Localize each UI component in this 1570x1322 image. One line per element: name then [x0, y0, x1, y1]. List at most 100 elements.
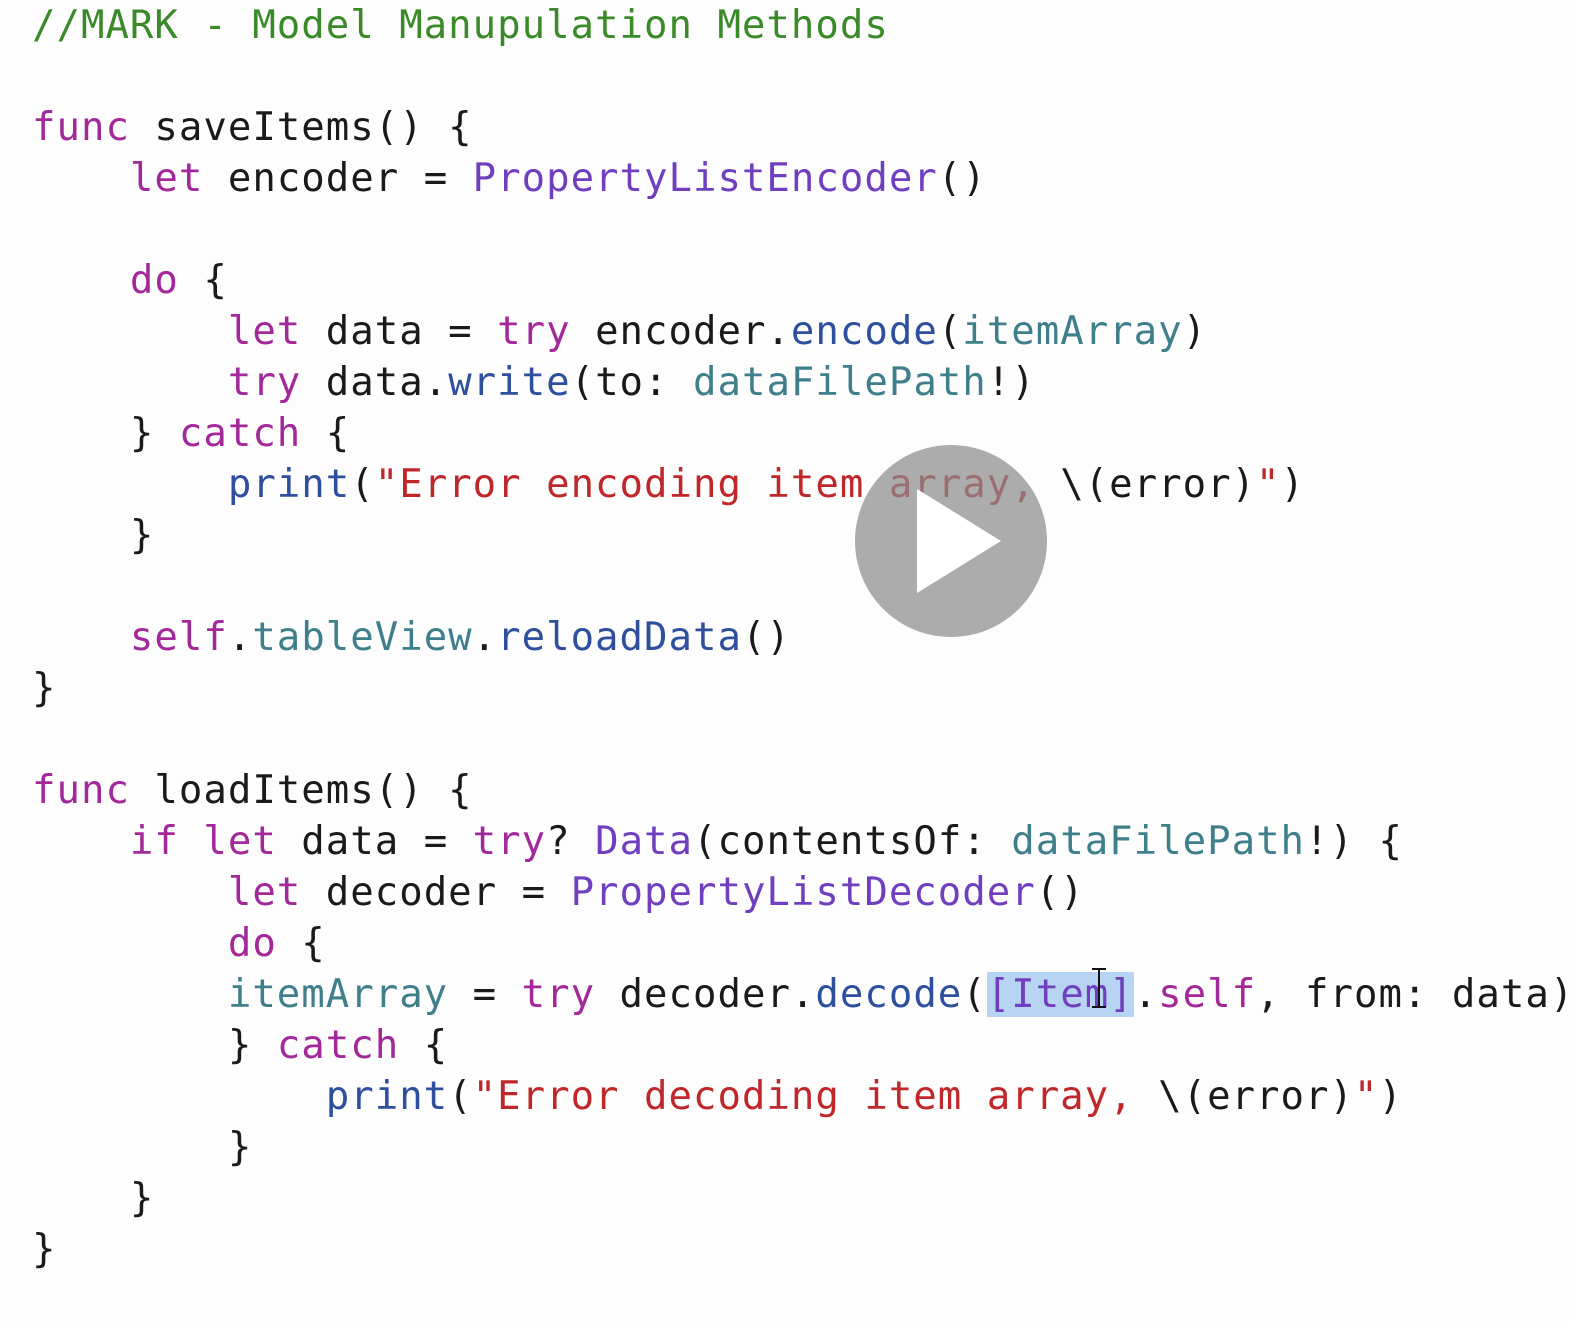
play-icon — [917, 489, 1001, 593]
code-line[interactable]: let data = try encoder.encode(itemArray) — [32, 306, 1570, 357]
code-token: let — [129, 156, 204, 201]
code-token: //MARK - Model Manupulation Methods — [32, 3, 889, 48]
selected-text: [Item] — [986, 972, 1134, 1017]
code-token: () — [937, 156, 987, 201]
code-text[interactable]: //MARK - Model Manupulation Methods func … — [32, 0, 1570, 1275]
code-token: ) — [1182, 309, 1208, 354]
code-token: encoder. — [570, 309, 791, 354]
code-token: " — [1353, 1074, 1379, 1119]
code-token: ( — [448, 1074, 473, 1119]
code-token: PropertyListDecoder — [570, 870, 1036, 915]
code-token: \(error) — [1158, 1074, 1354, 1119]
code-token: saveItems() { — [129, 105, 473, 150]
code-token: reloadData — [497, 615, 742, 660]
code-token: loadItems() { — [129, 768, 473, 813]
code-line[interactable] — [32, 51, 1570, 102]
code-token: dataFilePath — [1011, 819, 1306, 864]
code-token: func — [32, 768, 130, 813]
code-token: !) — [986, 360, 1036, 405]
code-line[interactable]: } — [32, 510, 1570, 561]
code-token: Data — [595, 819, 694, 864]
code-line[interactable]: do { — [32, 918, 1570, 969]
code-token: ? — [546, 819, 596, 864]
code-line[interactable]: func loadItems() { — [32, 765, 1570, 816]
code-token: ) — [1378, 1074, 1403, 1119]
code-token: } — [32, 1023, 277, 1068]
code-token: try — [497, 309, 571, 354]
code-line[interactable] — [32, 204, 1570, 255]
code-line[interactable]: } — [32, 1224, 1570, 1275]
code-token: do — [129, 258, 179, 303]
code-token: ( — [350, 462, 375, 507]
code-line[interactable]: let encoder = PropertyListEncoder() — [32, 153, 1570, 204]
code-token: let — [203, 819, 277, 864]
code-token: , from: data) — [1256, 972, 1570, 1017]
code-token: func — [32, 105, 130, 150]
code-token: self — [129, 615, 228, 660]
code-token: ) — [1280, 462, 1305, 507]
code-line[interactable]: } — [32, 663, 1570, 714]
code-line[interactable] — [32, 561, 1570, 612]
code-line[interactable]: func saveItems() { — [32, 102, 1570, 153]
code-token: PropertyListEncoder — [472, 156, 938, 201]
code-token: encoder = — [203, 156, 473, 201]
code-token: write — [448, 360, 571, 405]
code-token: print — [227, 462, 351, 507]
code-line[interactable] — [32, 714, 1570, 765]
code-token: try — [227, 360, 302, 405]
code-token: } — [32, 513, 155, 558]
code-token: data = — [276, 819, 473, 864]
text-cursor-icon — [1092, 968, 1106, 1008]
code-line[interactable]: } — [32, 1122, 1570, 1173]
code-line[interactable]: } catch { — [32, 408, 1570, 459]
code-line[interactable]: print("Error decoding item array, \(erro… — [32, 1071, 1570, 1122]
code-line[interactable]: itemArray = try decoder.decode([Item].se… — [32, 969, 1570, 1020]
code-token: . — [227, 615, 253, 660]
code-token: = — [448, 972, 522, 1017]
code-token: catch — [178, 411, 302, 456]
code-token: "Error decoding item array, — [472, 1074, 1159, 1119]
code-token: !) { — [1305, 819, 1403, 864]
code-token: ( — [937, 309, 963, 354]
code-line[interactable]: } catch { — [32, 1020, 1570, 1071]
code-line[interactable]: print("Error encoding item array, \(erro… — [32, 459, 1570, 510]
code-token: (to: — [570, 360, 693, 405]
code-token: { — [178, 258, 228, 303]
code-token: } — [32, 411, 179, 456]
code-line[interactable]: self.tableView.reloadData() — [32, 612, 1570, 663]
code-line[interactable]: if let data = try? Data(contentsOf: data… — [32, 816, 1570, 867]
code-line[interactable]: try data.write(to: dataFilePath!) — [32, 357, 1570, 408]
code-token: do — [227, 921, 277, 966]
code-editor[interactable]: //MARK - Model Manupulation Methods func … — [0, 0, 1570, 1322]
code-token: dataFilePath — [693, 360, 987, 405]
code-token: let — [227, 309, 302, 354]
code-token: { — [301, 411, 351, 456]
code-line[interactable]: //MARK - Model Manupulation Methods — [32, 0, 1570, 51]
video-play-button[interactable] — [855, 445, 1047, 637]
code-token: . — [1133, 972, 1159, 1017]
code-token: data. — [301, 360, 449, 405]
code-token: print — [325, 1074, 449, 1119]
code-token: " — [1256, 462, 1281, 507]
code-line[interactable]: } — [32, 1173, 1570, 1224]
code-token: () — [1035, 870, 1085, 915]
code-line[interactable]: let decoder = PropertyListDecoder() — [32, 867, 1570, 918]
code-token: self — [1158, 972, 1257, 1017]
code-token: let — [227, 870, 302, 915]
code-token: if — [129, 819, 179, 864]
code-token: itemArray — [962, 309, 1183, 354]
code-token: } — [32, 666, 57, 711]
code-token: } — [32, 1227, 57, 1272]
code-token: try — [521, 972, 596, 1017]
code-line[interactable]: do { — [32, 255, 1570, 306]
code-token: data = — [301, 309, 498, 354]
code-token: { — [276, 921, 326, 966]
code-token: { — [399, 1023, 449, 1068]
